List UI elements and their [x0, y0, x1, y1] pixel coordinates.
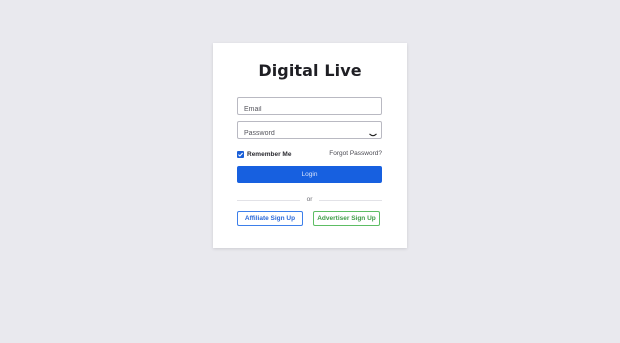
login-card: Digital Live Remember Me Forgot Password… [213, 43, 407, 248]
affiliate-signup-button[interactable]: Affiliate Sign Up [237, 211, 303, 226]
divider-line-right [319, 200, 382, 201]
or-divider: or [237, 196, 382, 204]
advertiser-signup-button[interactable]: Advertiser Sign Up [313, 211, 380, 226]
forgot-password-link[interactable]: Forgot Password? [329, 150, 382, 157]
remember-me[interactable]: Remember Me [237, 150, 291, 159]
login-button[interactable]: Login [237, 166, 382, 183]
checkmark-icon [238, 152, 244, 157]
app-title: Digital Live [258, 61, 362, 80]
email-field-wrapper[interactable] [237, 97, 382, 118]
eye-closed-icon[interactable] [369, 126, 377, 137]
remember-label: Remember Me [247, 151, 292, 158]
email-input[interactable] [238, 101, 364, 118]
password-field-wrapper[interactable] [237, 121, 382, 142]
remember-checkbox[interactable] [237, 151, 244, 158]
password-input[interactable] [238, 125, 364, 142]
